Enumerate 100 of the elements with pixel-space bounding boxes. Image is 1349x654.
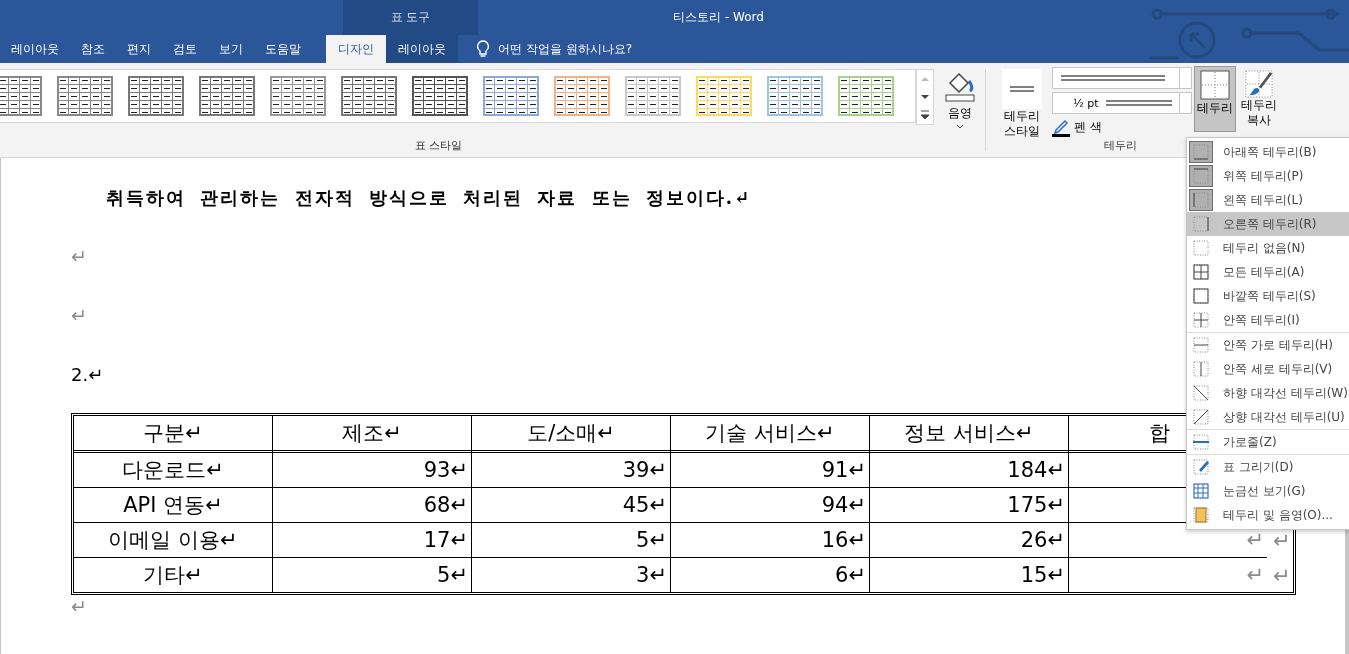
menu-item[interactable]: 아래쪽 테두리(B): [1187, 140, 1349, 164]
border-option-icon: [1193, 459, 1209, 475]
table-style-thumbnail[interactable]: [57, 76, 113, 116]
paragraph-mark: ↵: [71, 245, 87, 267]
menu-item[interactable]: 안쪽 세로 테두리(V): [1187, 357, 1349, 381]
paragraph-text: 취득하여 관리하는 전자적 방식으로 처리된 자료 또는 정보이다.↵: [106, 187, 752, 208]
border-grid-icon: [1200, 70, 1230, 100]
lightbulb-icon: [476, 40, 490, 58]
border-option-icon: [1193, 240, 1209, 256]
ribbon-tab[interactable]: 참조: [72, 35, 114, 63]
table-style-thumbnail[interactable]: [483, 76, 539, 116]
column-header: 제조↵: [342, 421, 402, 445]
border-option-icon: [1193, 361, 1209, 377]
pen-color-button[interactable]: 펜 색: [1052, 114, 1122, 140]
menu-item[interactable]: 왼쪽 테두리(L): [1187, 188, 1349, 212]
cell-mark: ↵: [1246, 528, 1264, 552]
table-cell: 68↵: [423, 493, 468, 517]
menu-item[interactable]: 테두리 및 음영(O)...: [1187, 503, 1349, 527]
table-cell: 3↵: [636, 563, 667, 587]
column-header: 도/소매↵: [527, 421, 615, 445]
group-label: 표 스타일: [415, 138, 463, 153]
table-style-thumbnail[interactable]: [341, 76, 397, 116]
ribbon-tab[interactable]: 보기: [210, 35, 252, 63]
table-cell: 다운로드↵: [122, 458, 224, 482]
menu-item[interactable]: 테두리 없음(N): [1187, 236, 1349, 260]
ribbon-tab[interactable]: 레이아웃: [386, 35, 458, 63]
row-end-mark: ↵: [1273, 529, 1291, 553]
ribbon-tab[interactable]: 디자인: [326, 35, 386, 63]
border-styles-button[interactable]: 테두리 스타일: [994, 63, 1050, 145]
menu-item[interactable]: 표 그리기(D): [1187, 454, 1349, 479]
cell-mark: ↵: [1246, 563, 1264, 587]
menu-item[interactable]: 눈금선 보기(G): [1187, 479, 1349, 503]
line-style-dropdown[interactable]: [1052, 67, 1192, 89]
border-option-icon: [1193, 216, 1209, 232]
table-style-thumbnail[interactable]: [128, 76, 184, 116]
ribbon-tab[interactable]: 레이아웃: [2, 35, 68, 63]
table-style-thumbnail[interactable]: [767, 76, 823, 116]
row-end-mark: ↵: [1273, 564, 1291, 588]
menu-item[interactable]: 하향 대각선 테두리(W): [1187, 381, 1349, 405]
menu-item[interactable]: 오른쪽 테두리(R): [1187, 212, 1349, 236]
column-header: 정보 서비스↵: [904, 421, 1034, 445]
menu-item[interactable]: 상향 대각선 테두리(U): [1187, 405, 1349, 429]
table-style-thumbnail[interactable]: [838, 76, 894, 116]
table-style-thumbnail[interactable]: [0, 76, 42, 116]
line-weight-dropdown[interactable]: ½ pt: [1052, 92, 1192, 114]
table-cell: 이메일 이용↵: [108, 528, 238, 552]
menu-item[interactable]: 안쪽 테두리(I): [1187, 308, 1349, 332]
table-cell: 26↵: [1020, 528, 1065, 552]
paragraph-mark: ↵: [71, 304, 87, 326]
column-header: 합: [1149, 421, 1170, 445]
border-option-icon: [1193, 288, 1209, 304]
contextual-tab-label: 표 도구: [343, 0, 478, 35]
pen-icon: [1052, 117, 1070, 137]
table-cell: 15↵: [1020, 563, 1065, 587]
menu-item[interactable]: 바깥쪽 테두리(S): [1187, 284, 1349, 308]
border-option-icon: [1193, 385, 1209, 401]
table-cell: 17↵: [423, 528, 468, 552]
table-cell: 6↵: [835, 563, 866, 587]
table-cell: 175↵: [1007, 493, 1065, 517]
table-cell: 94↵: [821, 493, 866, 517]
table-style-thumbnail[interactable]: [412, 76, 468, 116]
window-title: 티스토리 - Word: [673, 9, 764, 26]
ribbon-tab[interactable]: 편지: [118, 35, 160, 63]
border-painter-button[interactable]: 테두리 복사: [1238, 66, 1280, 132]
border-option-icon: [1193, 264, 1209, 280]
column-header: 구분↵: [143, 421, 203, 445]
border-brush-icon: [1244, 70, 1274, 98]
table-style-thumbnail[interactable]: [199, 76, 255, 116]
border-option-icon: [1193, 192, 1209, 208]
border-option-icon: [1193, 434, 1209, 450]
shading-button[interactable]: 음영: [940, 63, 980, 157]
border-option-icon: [1193, 312, 1209, 328]
caret-icon: [956, 124, 964, 129]
column-header: 기술 서비스↵: [705, 421, 835, 445]
border-option-icon: [1193, 144, 1209, 160]
paragraph-mark: 2.↵: [71, 364, 104, 385]
borders-button[interactable]: 테두리: [1194, 66, 1236, 132]
table-cell: 45↵: [622, 493, 667, 517]
menu-item[interactable]: 가로줄(Z): [1187, 429, 1349, 454]
border-option-icon: [1193, 507, 1209, 523]
table-style-thumbnail[interactable]: [554, 76, 610, 116]
table-cell: API 연동↵: [123, 493, 223, 517]
border-option-icon: [1193, 168, 1209, 184]
group-label: 테두리: [1104, 138, 1137, 153]
table-cell: 91↵: [821, 458, 866, 482]
tell-me-search[interactable]: 어떤 작업을 원하시나요?: [498, 35, 632, 63]
double-line-icon: [1104, 98, 1175, 108]
menu-item[interactable]: 모든 테두리(A): [1187, 260, 1349, 284]
border-option-icon: [1193, 483, 1209, 499]
table-style-thumbnail[interactable]: [270, 76, 326, 116]
ribbon-tab[interactable]: 도움말: [256, 35, 310, 63]
menu-item[interactable]: 안쪽 가로 테두리(H): [1187, 332, 1349, 357]
menu-item[interactable]: 위쪽 테두리(P): [1187, 164, 1349, 188]
table-cell: 184↵: [1007, 458, 1065, 482]
ribbon-tab[interactable]: 검토: [164, 35, 206, 63]
table-cell: 5↵: [636, 528, 667, 552]
border-option-icon: [1193, 337, 1209, 353]
table-cell: 93↵: [423, 458, 468, 482]
table-cell: 기타↵: [143, 563, 203, 587]
border-option-icon: [1193, 409, 1209, 425]
